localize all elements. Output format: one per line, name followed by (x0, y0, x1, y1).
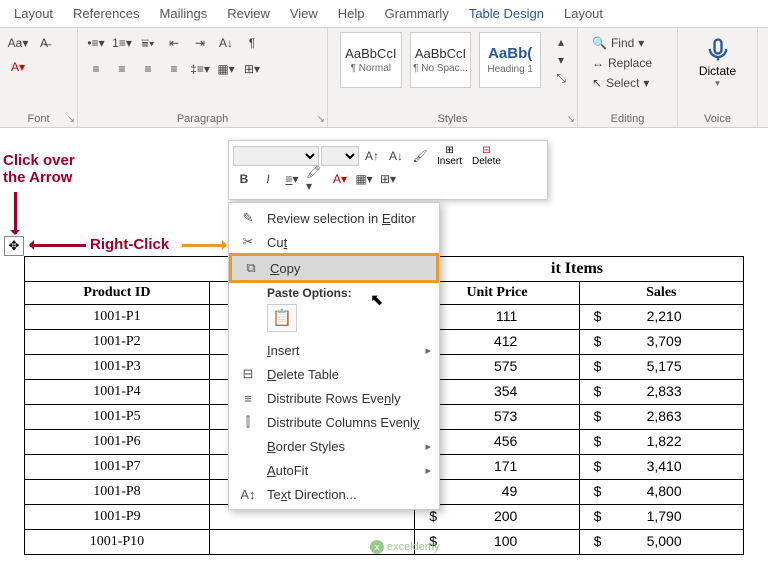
tab-grammarly[interactable]: Grammarly (375, 2, 459, 25)
copy-icon: ⧉ (242, 260, 260, 276)
mini-format-painter[interactable]: 🖌 (409, 146, 431, 166)
mini-grow-font[interactable]: A↑ (361, 146, 383, 166)
tab-mailings[interactable]: Mailings (150, 2, 218, 25)
editing-group-label: Editing (584, 111, 671, 125)
annotation-arrow-left (30, 244, 86, 247)
header-sales: Sales (579, 282, 743, 305)
cm-paste-options: 📋 (229, 302, 439, 338)
mini-bold[interactable]: B (233, 169, 255, 189)
multilevel-button[interactable]: ⩸▾ (136, 32, 160, 54)
review-icon: ✎ (239, 210, 257, 226)
mini-underline[interactable]: ≡▾ (281, 169, 303, 189)
justify-button[interactable]: ≡ (162, 58, 186, 80)
mini-borders[interactable]: ⊞▾ (377, 169, 399, 189)
styles-launcher-icon[interactable]: ↘ (567, 114, 575, 125)
align-left-button[interactable]: ≡ (84, 58, 108, 80)
cursor-icon: ↖ (592, 76, 602, 90)
cm-delete-table[interactable]: ⊟Delete Table (229, 362, 439, 386)
annotation-click-over: Click overthe Arrow (3, 152, 83, 186)
paragraph-launcher-icon[interactable]: ↘ (317, 114, 325, 125)
font-case-button[interactable]: Aa▾ (6, 32, 30, 54)
mini-insert-button[interactable]: ⊞Insert (433, 145, 466, 167)
style-no-spacing[interactable]: AaBbCcI ¶ No Spac... (410, 32, 472, 88)
annotation-arrow-down (14, 192, 17, 234)
borders-button[interactable]: ⊞▾ (240, 58, 264, 80)
clear-format-button[interactable]: A̶ (32, 32, 56, 54)
mini-delete-button[interactable]: ⊟Delete (468, 145, 505, 167)
cm-text-direction[interactable]: A↕Text Direction... (229, 482, 439, 506)
mini-font-size[interactable] (321, 146, 359, 166)
bullets-button[interactable]: •≡▾ (84, 32, 108, 54)
mini-shading[interactable]: ▦▾ (353, 169, 375, 189)
align-right-button[interactable]: ≡ (136, 58, 160, 80)
chevron-right-icon: ▸ (425, 440, 431, 453)
tab-help[interactable]: Help (328, 2, 375, 25)
cm-paste-keep-formatting[interactable]: 📋 (267, 304, 297, 332)
tab-layout[interactable]: Layout (4, 2, 63, 25)
select-button[interactable]: ↖Select ▾ (588, 74, 667, 92)
find-button[interactable]: 🔍Find ▾ (588, 34, 667, 52)
replace-icon: ↔ (592, 56, 604, 70)
cm-review-editor[interactable]: ✎Review selection in Editor (229, 206, 439, 230)
context-menu: ✎Review selection in Editor ✂Cut ⧉Copy P… (228, 202, 440, 510)
line-spacing-button[interactable]: ‡≡▾ (188, 58, 212, 80)
align-center-button[interactable]: ≡ (110, 58, 134, 80)
text-direction-icon: A↕ (239, 486, 257, 502)
annotation-right-click: Right-Click (90, 236, 169, 253)
paragraph-group-label: Paragraph (84, 111, 321, 125)
table-move-handle[interactable]: ✥ (4, 236, 24, 256)
voice-group-label: Voice (684, 111, 751, 125)
style-normal[interactable]: AaBbCcI ¶ Normal (340, 32, 402, 88)
cm-paste-options-label: Paste Options: (229, 282, 439, 302)
tab-review[interactable]: Review (217, 2, 280, 25)
watermark: x exceldemy (370, 540, 440, 554)
tab-view[interactable]: View (280, 2, 328, 25)
microphone-icon (704, 36, 732, 64)
header-product-id: Product ID (25, 282, 210, 305)
style-heading1[interactable]: AaBb( Heading 1 (479, 32, 541, 88)
dist-rows-icon: ≡ (239, 390, 257, 406)
mini-italic[interactable]: I (257, 169, 279, 189)
chevron-right-icon: ▸ (425, 344, 431, 357)
mini-font-color[interactable]: A▾ (329, 169, 351, 189)
numbering-button[interactable]: 1≡▾ (110, 32, 134, 54)
font-group-label: Font (6, 111, 71, 125)
tab-references[interactable]: References (63, 2, 149, 25)
dictate-button[interactable]: Dictate ▾ (684, 32, 751, 93)
cm-cut[interactable]: ✂Cut (229, 230, 439, 254)
cm-distribute-rows[interactable]: ≡Distribute Rows Evenly (229, 386, 439, 410)
ribbon-tabs: Layout References Mailings Review View H… (0, 0, 768, 28)
table-delete-icon: ⊟ (482, 145, 490, 156)
mini-highlight[interactable]: 🖍▾ (305, 169, 327, 189)
show-marks-button[interactable]: ¶ (240, 32, 264, 54)
styles-group-label: Styles (334, 111, 571, 125)
tab-layout-table[interactable]: Layout (554, 2, 613, 25)
mini-shrink-font[interactable]: A↓ (385, 146, 407, 166)
chevron-right-icon: ▸ (425, 464, 431, 477)
dist-cols-icon: ⫿ (239, 414, 257, 430)
cm-insert[interactable]: Insert▸ (229, 338, 439, 362)
delete-table-icon: ⊟ (239, 366, 257, 382)
font-color-button[interactable]: A▾ (6, 56, 30, 78)
mini-font-family[interactable] (233, 146, 319, 166)
sort-button[interactable]: A↓ (214, 32, 238, 54)
increase-indent-button[interactable]: ⇥ (188, 32, 212, 54)
replace-button[interactable]: ↔Replace (588, 54, 667, 72)
shading-button[interactable]: ▦▾ (214, 58, 238, 80)
ribbon: Aa▾ A̶ A▾ Font ↘ •≡▾ 1≡▾ ⩸▾ ⇤ ⇥ A↓ ¶ (0, 28, 768, 128)
cm-copy[interactable]: ⧉Copy (229, 253, 439, 283)
table-insert-icon: ⊞ (445, 145, 453, 156)
cm-autofit[interactable]: AutoFit▸ (229, 458, 439, 482)
decrease-indent-button[interactable]: ⇤ (162, 32, 186, 54)
annotation-arrow-right (182, 244, 226, 247)
logo-icon: x (370, 540, 384, 554)
tab-table-design[interactable]: Table Design (459, 2, 554, 25)
styles-gallery-expand[interactable]: ▴ ▾ ⤡ (549, 34, 565, 86)
mini-toolbar: A↑ A↓ 🖌 ⊞Insert ⊟Delete B I ≡▾ 🖍▾ A▾ ▦▾ … (228, 140, 548, 200)
scissors-icon: ✂ (239, 234, 257, 250)
font-launcher-icon[interactable]: ↘ (67, 114, 75, 125)
search-icon: 🔍 (592, 36, 607, 50)
cm-distribute-cols[interactable]: ⫿Distribute Columns Evenly (229, 410, 439, 434)
cm-border-styles[interactable]: Border Styles▸ (229, 434, 439, 458)
